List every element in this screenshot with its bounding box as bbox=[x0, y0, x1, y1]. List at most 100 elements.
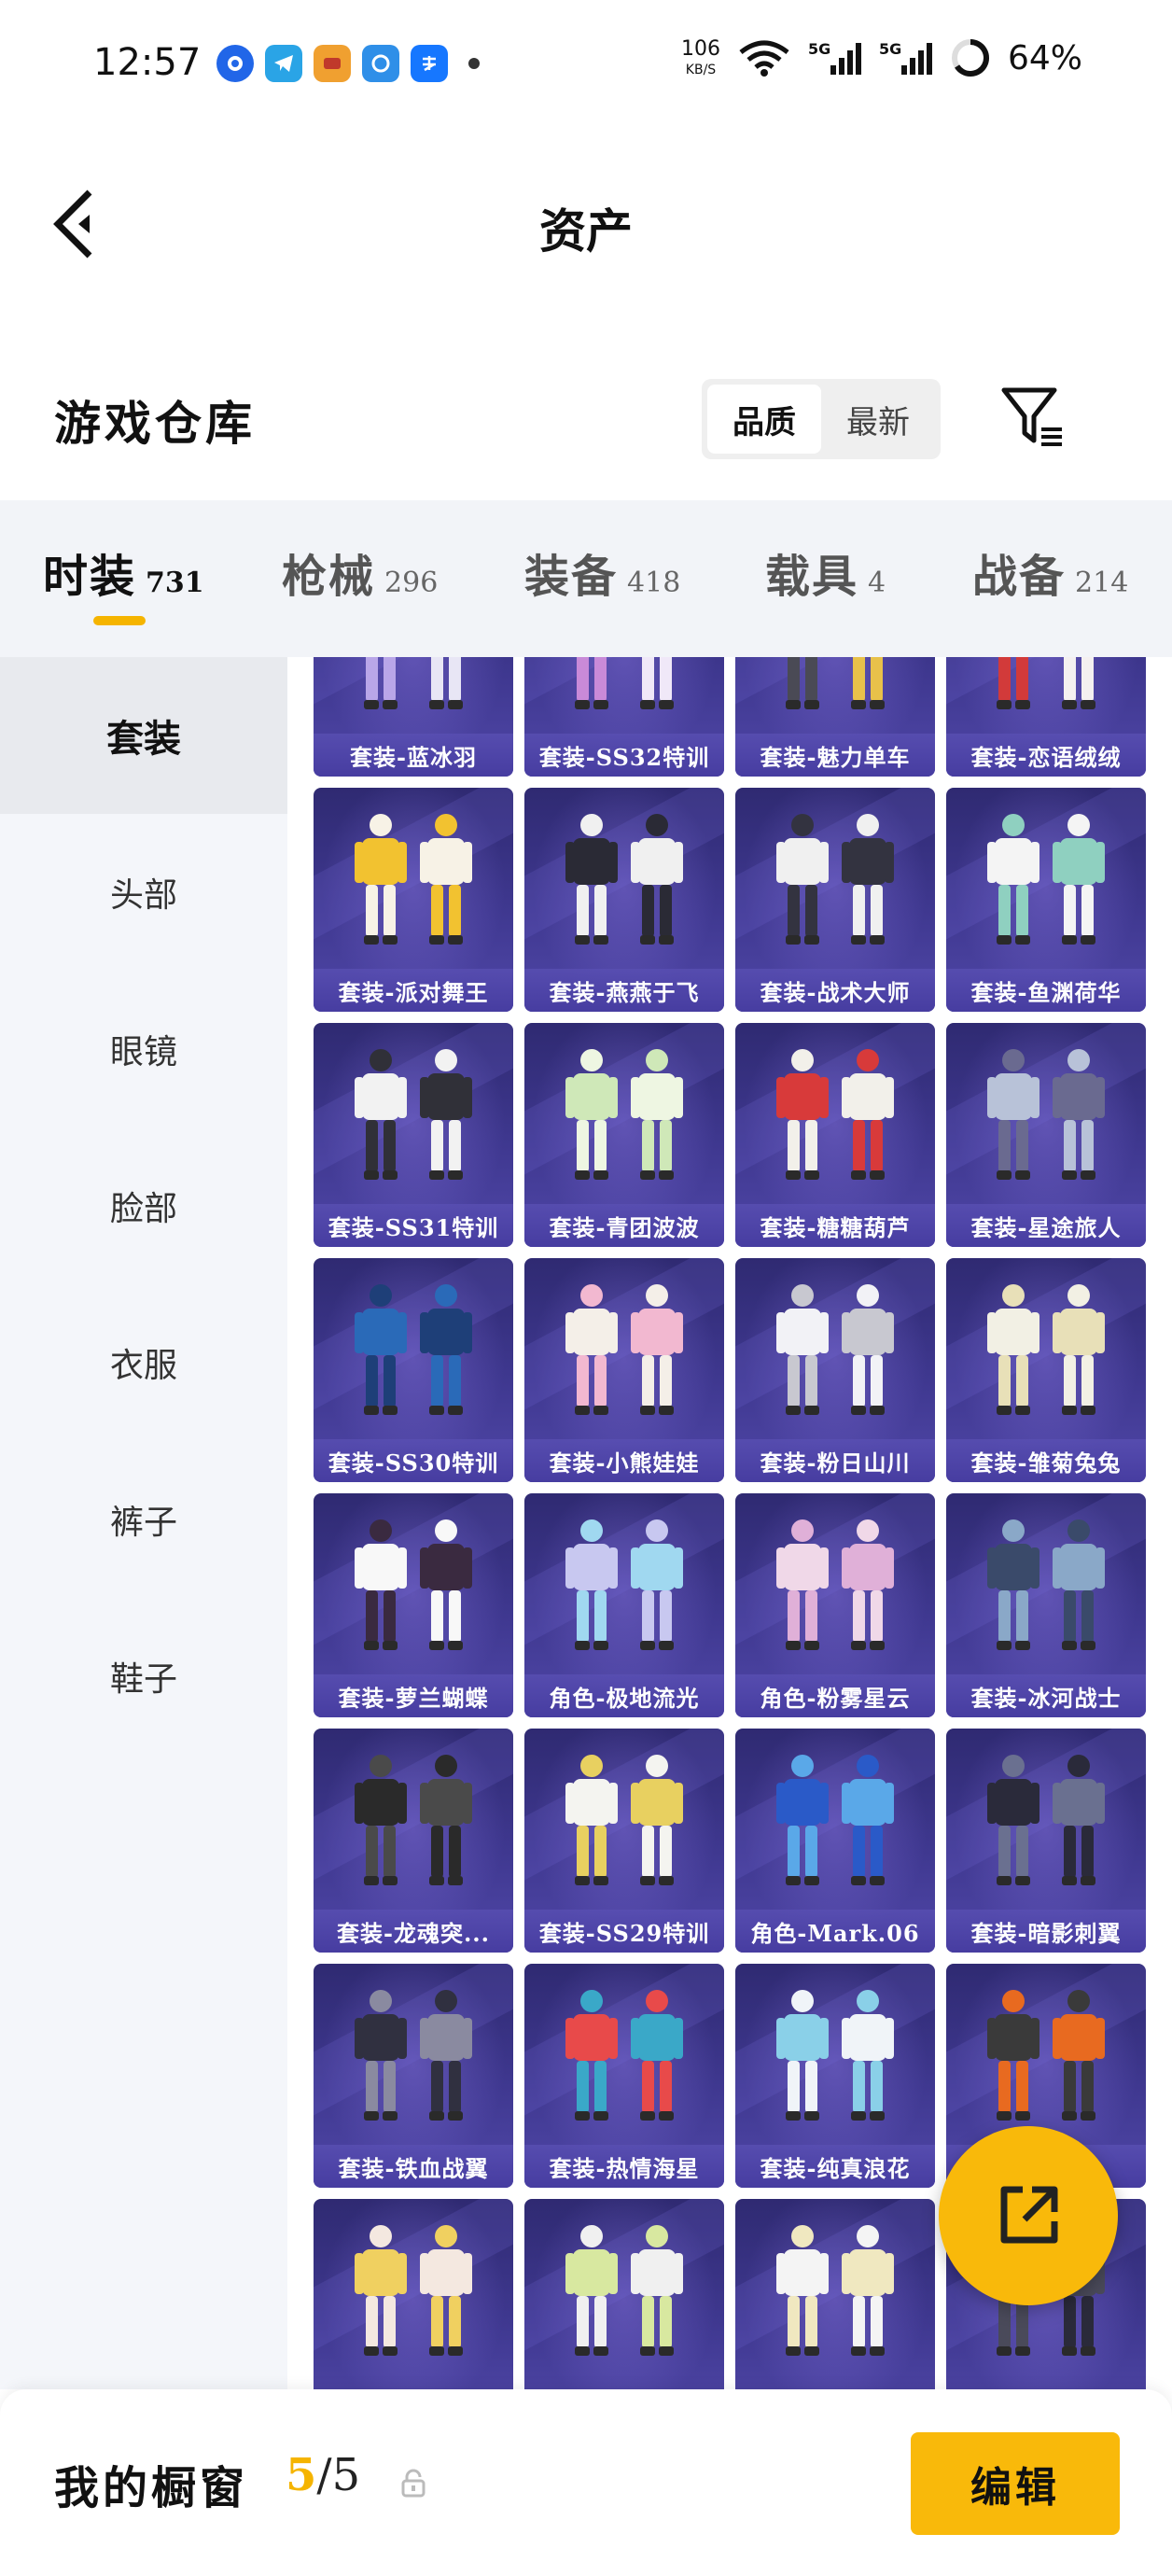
signal-5g-icon-2: 5G bbox=[879, 40, 932, 75]
item-card[interactable]: 角色-Mark.06 bbox=[735, 1729, 935, 1953]
game-app-icon bbox=[314, 45, 351, 82]
outfit-image bbox=[355, 1049, 472, 1180]
tab-label: 装备 bbox=[524, 551, 619, 603]
outfit-image bbox=[786, 657, 885, 709]
item-card[interactable]: 套装-雏菊兔兔 bbox=[946, 1258, 1146, 1482]
item-card[interactable] bbox=[735, 2199, 935, 2389]
item-card[interactable]: 套装-萝兰蝴蝶 bbox=[314, 1493, 513, 1717]
item-name: 套装-星途旅人 bbox=[946, 1204, 1146, 1247]
item-card[interactable]: 套装-SS31特训 bbox=[314, 1023, 513, 1247]
filter-button[interactable] bbox=[998, 383, 1069, 454]
item-name: 角色-Mark.06 bbox=[735, 1910, 935, 1953]
item-card[interactable]: 套装-暗影刺翼 bbox=[946, 1729, 1146, 1953]
item-card[interactable]: 套装-战术大师 bbox=[735, 788, 935, 1012]
tab-equipment[interactable]: 装备 418 bbox=[524, 539, 680, 605]
item-card[interactable]: 套装-星途旅人 bbox=[946, 1023, 1146, 1247]
telegram-icon bbox=[265, 45, 302, 82]
outfit-image bbox=[565, 814, 683, 945]
outfit-image bbox=[565, 1284, 683, 1415]
sidebar-item-glasses[interactable]: 眼镜 bbox=[0, 971, 287, 1127]
filter-icon bbox=[1001, 387, 1062, 446]
item-card[interactable] bbox=[314, 2199, 513, 2389]
outfit-image bbox=[987, 1990, 1105, 2121]
outfit-image bbox=[355, 1990, 472, 2121]
outfit-image bbox=[987, 1049, 1105, 1180]
item-card[interactable] bbox=[524, 2199, 724, 2389]
item-card[interactable]: 套装-铁血战翼 bbox=[314, 1964, 513, 2188]
share-external-icon bbox=[1000, 2186, 1058, 2244]
battery-ring-icon bbox=[951, 39, 989, 77]
sidebar-item-clothes[interactable]: 衣服 bbox=[0, 1284, 287, 1441]
tab-count: 214 bbox=[1075, 567, 1129, 599]
item-name: 套装-暗影刺翼 bbox=[946, 1910, 1146, 1953]
bottom-bar: 我的橱窗 5/5 编辑 bbox=[0, 2389, 1172, 2576]
item-name: 套装-粉日山川 bbox=[735, 1439, 935, 1482]
sort-option-newest[interactable]: 最新 bbox=[821, 385, 935, 454]
sidebar-item-shoes[interactable]: 鞋子 bbox=[0, 1598, 287, 1755]
sort-option-quality[interactable]: 品质 bbox=[707, 385, 821, 454]
tab-fashion[interactable]: 时装 731 bbox=[43, 539, 204, 605]
outfit-image bbox=[987, 814, 1105, 945]
item-name: 套装-蓝冰羽 bbox=[314, 734, 513, 777]
status-app-icons bbox=[216, 45, 480, 82]
tab-guns[interactable]: 枪械 296 bbox=[282, 539, 438, 605]
sort-toggle: 品质 最新 bbox=[702, 379, 941, 459]
outfit-image bbox=[776, 1284, 894, 1415]
wifi-icon bbox=[739, 40, 789, 77]
item-card[interactable]: 角色-粉雾星云 bbox=[735, 1493, 935, 1717]
showcase-separator: / bbox=[316, 2449, 332, 2501]
item-card[interactable]: 套装-青团波波 bbox=[524, 1023, 724, 1247]
sidebar-item-suits[interactable]: 套装 bbox=[0, 657, 287, 814]
page: 12:57 106 KB/S 5G 5G 64% 资产 游戏仓库 品质 最新 时… bbox=[0, 0, 1172, 2576]
item-name: 套装-冰河战士 bbox=[946, 1674, 1146, 1717]
outfit-image bbox=[565, 1049, 683, 1180]
tab-supplies[interactable]: 战备 214 bbox=[972, 539, 1128, 605]
tab-vehicles[interactable]: 载具 4 bbox=[765, 539, 886, 605]
tab-count: 4 bbox=[868, 567, 886, 599]
item-card[interactable]: 套装-恋语绒绒 bbox=[946, 657, 1146, 777]
circle-app-icon bbox=[216, 45, 254, 82]
item-name: 套装-SS30特训 bbox=[314, 1439, 513, 1482]
item-card[interactable]: 套装-冰河战士 bbox=[946, 1493, 1146, 1717]
net-speed: 106 KB/S bbox=[681, 39, 720, 77]
outfit-image bbox=[355, 1519, 472, 1650]
item-card[interactable]: 套装-纯真浪花 bbox=[735, 1964, 935, 2188]
tab-count: 731 bbox=[146, 567, 204, 599]
item-name: 套装-龙魂突... bbox=[314, 1910, 513, 1953]
sidebar-item-face[interactable]: 脸部 bbox=[0, 1127, 287, 1284]
svg-text:5G: 5G bbox=[808, 40, 830, 58]
item-card[interactable]: 套装-粉日山川 bbox=[735, 1258, 935, 1482]
item-card[interactable]: 套装-SS32特训 bbox=[524, 657, 724, 777]
item-card[interactable]: 套装-SS30特训 bbox=[314, 1258, 513, 1482]
item-name: 套装-恋语绒绒 bbox=[946, 734, 1146, 777]
item-name: 套装-小熊娃娃 bbox=[524, 1439, 724, 1482]
item-card[interactable]: 套装-派对舞王 bbox=[314, 788, 513, 1012]
item-card[interactable]: 套装-热情海星 bbox=[524, 1964, 724, 2188]
sidebar-item-head[interactable]: 头部 bbox=[0, 814, 287, 971]
item-card[interactable]: 套装-鱼渊荷华 bbox=[946, 788, 1146, 1012]
item-card[interactable]: 套装-魅力单车 bbox=[735, 657, 935, 777]
item-card[interactable]: 套装-小熊娃娃 bbox=[524, 1258, 724, 1482]
svg-text:5G: 5G bbox=[879, 40, 901, 58]
item-card[interactable]: 套装-糖糖葫芦 bbox=[735, 1023, 935, 1247]
item-card[interactable]: 角色-极地流光 bbox=[524, 1493, 724, 1717]
item-card[interactable]: 套装-龙魂突... bbox=[314, 1729, 513, 1953]
outfit-image bbox=[776, 1519, 894, 1650]
item-card[interactable]: 套装-SS29特训 bbox=[524, 1729, 724, 1953]
outfit-image bbox=[575, 657, 674, 709]
item-name: 套装-铁血战翼 bbox=[314, 2145, 513, 2188]
lock-icon bbox=[401, 2469, 426, 2498]
outfit-image bbox=[355, 1284, 472, 1415]
item-name: 套装-魅力单车 bbox=[735, 734, 935, 777]
outfit-image bbox=[565, 1755, 683, 1885]
share-button[interactable] bbox=[939, 2126, 1118, 2305]
item-card[interactable]: 套装-蓝冰羽 bbox=[314, 657, 513, 777]
item-card[interactable]: 套装-燕燕于飞 bbox=[524, 788, 724, 1012]
sidebar-item-pants[interactable]: 裤子 bbox=[0, 1441, 287, 1598]
outfit-image bbox=[776, 1755, 894, 1885]
edit-button[interactable]: 编辑 bbox=[911, 2432, 1120, 2535]
battery-percent: 64% bbox=[1007, 38, 1082, 77]
item-name: 套装-糖糖葫芦 bbox=[735, 1204, 935, 1247]
net-speed-unit: KB/S bbox=[685, 63, 717, 77]
tab-count: 296 bbox=[384, 567, 439, 599]
